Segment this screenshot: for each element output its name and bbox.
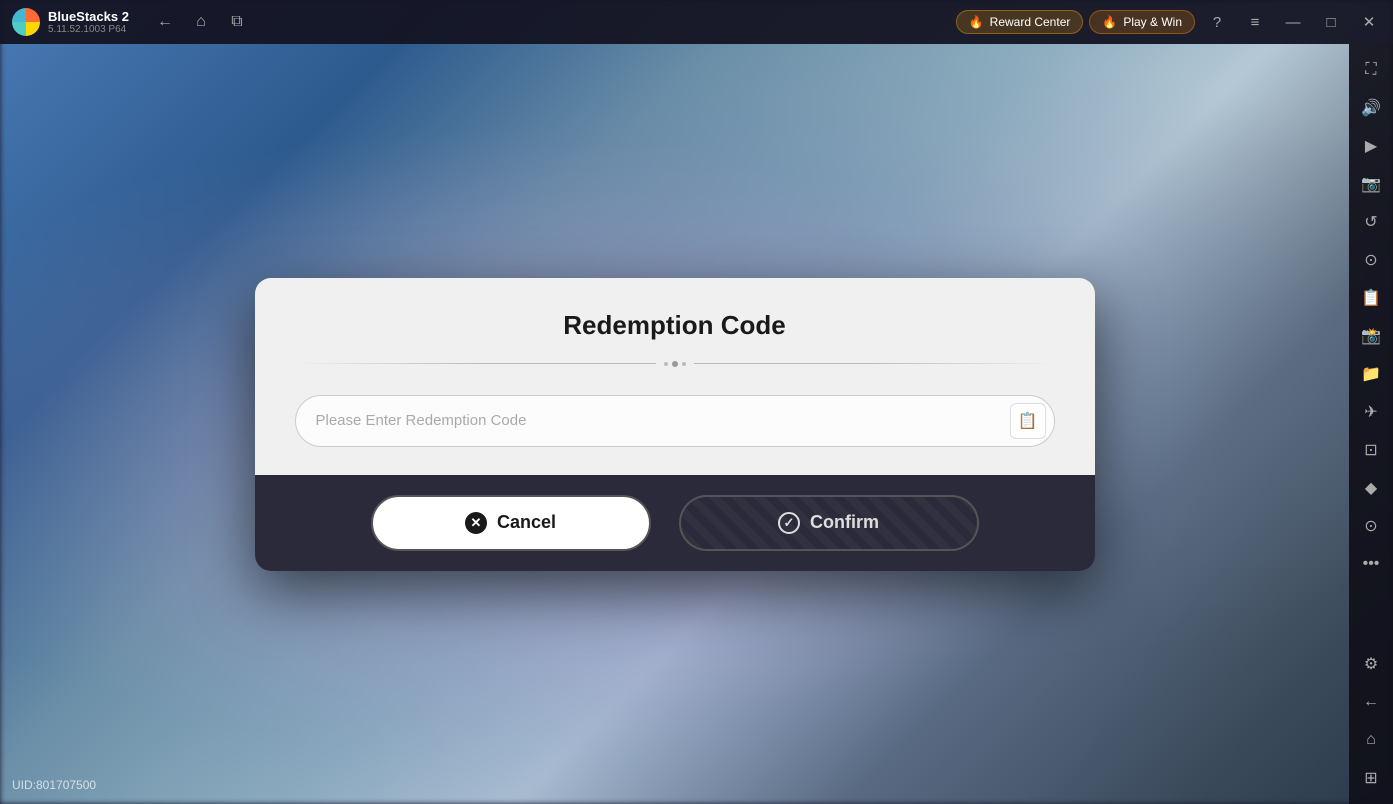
modal-bottom: ✕ Cancel ✓ Confirm (255, 475, 1095, 571)
minimize-button[interactable]: — (1277, 6, 1309, 38)
topbar-nav: ← ⌂ ⧉ (141, 6, 261, 38)
redemption-input-wrapper[interactable]: 📋 (295, 395, 1055, 447)
confirm-checkmark-icon: ✓ (778, 512, 800, 534)
app-logo-area: BlueStacks 2 5.11.52.1003 P64 (0, 8, 141, 36)
reward-icon: 🔥 (969, 15, 984, 29)
resize-icon[interactable]: ⊡ (1353, 432, 1389, 468)
cancel-icon: ✕ (465, 512, 487, 534)
divider-line-left (295, 363, 656, 364)
modal-top: Redemption Code 📋 (255, 278, 1095, 475)
main-content: Redemption Code 📋 (0, 44, 1349, 804)
home-button[interactable]: ⌂ (185, 6, 217, 38)
divider-dot-3 (682, 362, 686, 366)
modal-title: Redemption Code (295, 310, 1055, 341)
app-version: 5.11.52.1003 P64 (48, 24, 129, 35)
grid-sidebar-icon[interactable]: ⊞ (1353, 760, 1389, 796)
cancel-button[interactable]: ✕ Cancel (371, 495, 651, 551)
screenshot-icon[interactable]: 📷 (1353, 166, 1389, 202)
sound-icon[interactable]: 🔊 (1353, 90, 1389, 126)
right-sidebar: ⛶ 🔊 ▶ 📷 ↺ ⊙ 📋 📸 📁 ✈ ⊡ ◆ ⊙ ••• ⚙ ← ⌂ ⊞ (1349, 44, 1393, 804)
features-icon[interactable]: ◆ (1353, 470, 1389, 506)
topbar: BlueStacks 2 5.11.52.1003 P64 ← ⌂ ⧉ 🔥 Re… (0, 0, 1393, 44)
play-win-icon: 🔥 (1102, 15, 1117, 29)
gamepad-icon[interactable]: ⊙ (1353, 242, 1389, 278)
confirm-label: Confirm (810, 512, 879, 533)
divider-dots (656, 361, 694, 367)
clipboard-button[interactable]: 📋 (1010, 403, 1046, 439)
settings-icon[interactable]: ⚙ (1353, 646, 1389, 682)
confirm-button[interactable]: ✓ Confirm (679, 495, 979, 551)
play-win-label: Play & Win (1123, 15, 1182, 29)
back-sidebar-icon[interactable]: ← (1353, 684, 1389, 720)
airplane-icon[interactable]: ✈ (1353, 394, 1389, 430)
modal-divider (295, 361, 1055, 367)
redemption-modal: Redemption Code 📋 (255, 278, 1095, 571)
video-record-icon[interactable]: ▶ (1353, 128, 1389, 164)
clipboard-icon: 📋 (1018, 411, 1038, 431)
location-icon[interactable]: ⊙ (1353, 508, 1389, 544)
modal-overlay: Redemption Code 📋 (0, 44, 1349, 804)
reward-center-label: Reward Center (990, 15, 1071, 29)
divider-line-right (694, 363, 1055, 364)
play-win-button[interactable]: 🔥 Play & Win (1089, 10, 1195, 34)
tabs-button[interactable]: ⧉ (221, 6, 253, 38)
more-options-icon[interactable]: ••• (1353, 546, 1389, 582)
back-button[interactable]: ← (149, 6, 181, 38)
redemption-code-input[interactable] (316, 412, 1002, 429)
rotate-icon[interactable]: ↺ (1353, 204, 1389, 240)
help-button[interactable]: ? (1201, 6, 1233, 38)
topbar-right: 🔥 Reward Center 🔥 Play & Win ? ≡ — □ ✕ (948, 6, 1393, 38)
camera-icon[interactable]: 📸 (1353, 318, 1389, 354)
reward-center-button[interactable]: 🔥 Reward Center (956, 10, 1084, 34)
app-title-group: BlueStacks 2 5.11.52.1003 P64 (48, 9, 129, 35)
divider-dot-1 (664, 362, 668, 366)
bluestacks-logo (12, 8, 40, 36)
folder-icon[interactable]: 📁 (1353, 356, 1389, 392)
fullscreen-icon[interactable]: ⛶ (1353, 52, 1389, 88)
maximize-button[interactable]: □ (1315, 6, 1347, 38)
home-sidebar-icon[interactable]: ⌂ (1353, 722, 1389, 758)
cancel-label: Cancel (497, 512, 556, 533)
app-name: BlueStacks 2 (48, 9, 129, 24)
macro-icon[interactable]: 📋 (1353, 280, 1389, 316)
close-button[interactable]: ✕ (1353, 6, 1385, 38)
menu-button[interactable]: ≡ (1239, 6, 1271, 38)
divider-dot-2 (672, 361, 678, 367)
